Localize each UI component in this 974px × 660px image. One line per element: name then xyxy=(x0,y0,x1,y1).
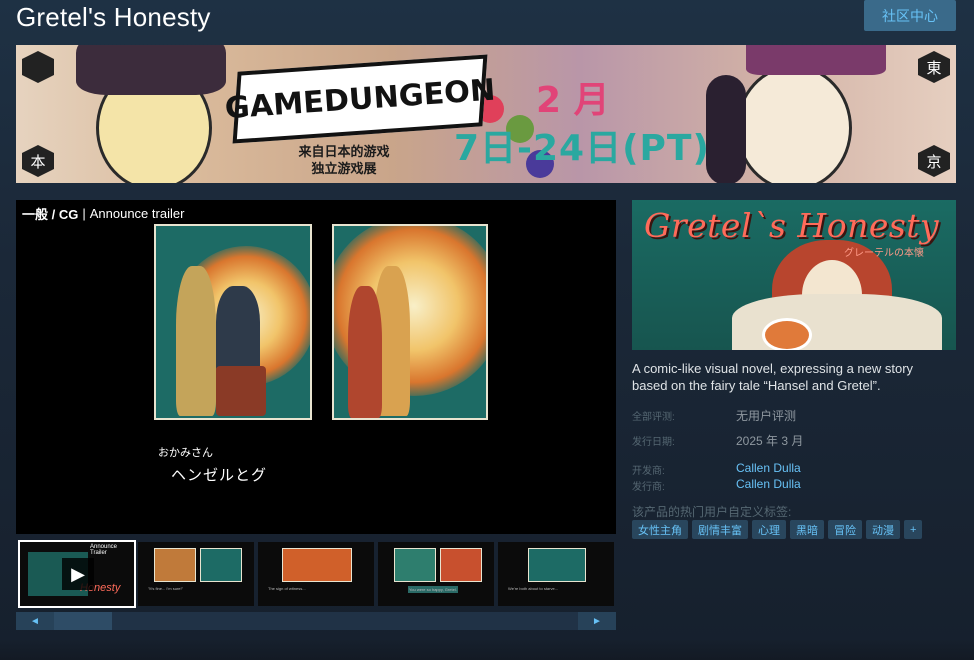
release-label: 发行日期: xyxy=(632,437,675,448)
tag-story-rich[interactable]: 剧情丰富 xyxy=(692,520,748,539)
dialog-line: ヘンゼルとグ xyxy=(171,467,268,484)
gretel-figure xyxy=(348,286,382,418)
thumbnail-scrollbar[interactable]: ◄ ► xyxy=(16,612,616,630)
thumb-art xyxy=(154,548,196,582)
thumb-art xyxy=(394,548,436,582)
separator: | xyxy=(82,205,86,221)
thumbnail-screenshot[interactable]: "It's fine... I'm sure!" xyxy=(138,542,254,606)
thumb-caption: We're both about to starve... xyxy=(508,586,559,591)
banner-dates: 7日-24日(PT) xyxy=(454,128,710,169)
video-title-bar: 一般 / CG | Announce trailer xyxy=(16,200,191,226)
developer-label: 开发商: xyxy=(632,466,665,477)
banner-subtitle-line: 来自日本的游戏 xyxy=(298,144,390,159)
store-page: Gretel's Honesty 社区中心 GAMEDUNGEON 来自日本的游… xyxy=(0,0,974,660)
hexagon-icon: 東 xyxy=(918,51,950,83)
tag-adventure[interactable]: 冒险 xyxy=(828,520,862,539)
banner-subtitle: 来自日本的游戏 独立游戏展 xyxy=(284,143,404,177)
logo-text: GAMEDUNGEON xyxy=(223,72,497,126)
video-title: Announce trailer xyxy=(89,205,185,221)
tags-heading: 该产品的热门用户自定义标签: xyxy=(632,505,792,519)
tag-anime[interactable]: 动漫 xyxy=(866,520,900,539)
scroll-thumb[interactable] xyxy=(54,612,112,630)
dialog-speaker: おかみさん xyxy=(158,447,213,459)
review-label: 全部评测: xyxy=(632,412,675,423)
release-value: 2025 年 3 月 xyxy=(736,434,804,448)
thumb-art xyxy=(200,548,242,582)
thumb-caption: The sign of witness... xyxy=(268,586,306,591)
game-description: A comic-like visual novel, expressing a … xyxy=(632,361,914,393)
tag-psychological[interactable]: 心理 xyxy=(752,520,786,539)
thumb-label: Announce Trailer xyxy=(90,544,118,556)
thumb-art xyxy=(528,548,586,582)
event-banner[interactable]: GAMEDUNGEON 来自日本的游戏 独立游戏展 2 月 7日-24日(PT)… xyxy=(16,45,956,183)
hexagon-icon: 本 xyxy=(22,145,54,177)
thumbnail-screenshot[interactable]: You were so happy, Gretel. xyxy=(378,542,494,606)
video-category: 一般 / CG xyxy=(22,206,79,222)
gamedungeon-logo: GAMEDUNGEON xyxy=(224,54,496,144)
thumbnail-strip: Announce Trailer Honesty ▶ "It's fine...… xyxy=(16,540,616,608)
father-figure xyxy=(216,286,260,376)
review-value: 无用户评测 xyxy=(736,409,797,423)
chair xyxy=(216,366,266,416)
thumbnail-screenshot[interactable]: We're both about to starve... xyxy=(498,542,614,606)
community-hub-button[interactable]: 社区中心 xyxy=(864,0,956,31)
tag-list: 女性主角 剧情丰富 心理 黑暗 冒险 动漫 + xyxy=(632,520,923,540)
tag-more-button[interactable]: + xyxy=(904,520,923,539)
capsule-subtitle: グレーテルの本懐 xyxy=(844,248,924,259)
scroll-right-icon[interactable]: ► xyxy=(578,612,616,630)
banner-character-left-hat xyxy=(76,45,226,95)
tag-female-protagonist[interactable]: 女性主角 xyxy=(632,520,688,539)
banner-character-right xyxy=(736,65,852,183)
page-title: Gretel's Honesty xyxy=(16,2,211,32)
banner-month: 2 月 xyxy=(536,80,610,121)
scroll-left-icon[interactable]: ◄ xyxy=(16,612,54,630)
publisher-link[interactable]: Callen Dulla xyxy=(736,477,801,491)
comic-panel-right xyxy=(332,224,488,420)
thumbnail-video[interactable]: Announce Trailer Honesty ▶ xyxy=(18,540,136,608)
thumb-caption: You were so happy, Gretel. xyxy=(408,586,458,593)
banner-subtitle-line: 独立游戏展 xyxy=(311,161,377,176)
bottom-shelf xyxy=(0,640,974,660)
hexagon-icon: 京 xyxy=(918,145,950,177)
hexagon-icon xyxy=(22,51,54,83)
tag-dark[interactable]: 黑暗 xyxy=(790,520,824,539)
publisher-label: 发行商: xyxy=(632,482,665,493)
play-icon[interactable]: ▶ xyxy=(62,558,94,590)
game-capsule-image: Gretel`s Honesty グレーテルの本懐 xyxy=(632,200,956,350)
thumb-art xyxy=(440,548,482,582)
thumb-art xyxy=(282,548,352,582)
mother-figure xyxy=(176,266,216,416)
banner-character-right-hat xyxy=(746,45,886,75)
capsule-title: Gretel`s Honesty xyxy=(644,206,940,245)
thumb-caption: "It's fine... I'm sure!" xyxy=(148,586,184,591)
active-indicator-icon xyxy=(72,540,90,542)
developer-link[interactable]: Callen Dulla xyxy=(736,461,801,475)
banner-character-right-hair xyxy=(706,75,746,183)
video-player[interactable]: 一般 / CG | Announce trailer おかみさん ヘンゼルとグ xyxy=(16,200,616,534)
comic-panel-left xyxy=(154,224,312,420)
thumbnail-screenshot[interactable]: The sign of witness... xyxy=(258,542,374,606)
capsule-plate xyxy=(762,318,812,350)
